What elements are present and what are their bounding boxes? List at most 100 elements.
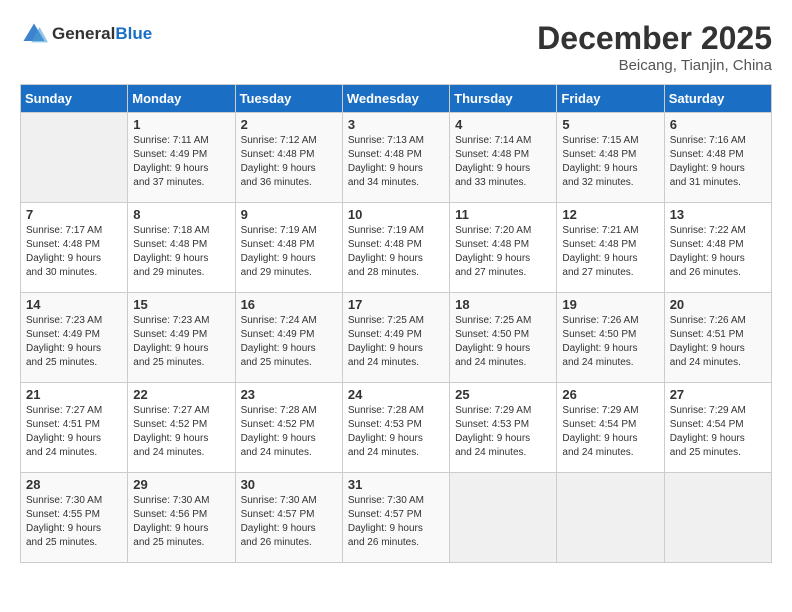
calendar-cell: 28 Sunrise: 7:30 AM Sunset: 4:55 PM Dayli… — [21, 473, 128, 563]
day-number: 18 — [455, 297, 551, 312]
calendar-cell: 2Sunrise: 7:12 AM Sunset: 4:48 PM Daylig… — [235, 113, 342, 203]
day-number: 13 — [670, 207, 766, 222]
calendar-cell: 19Sunrise: 7:26 AM Sunset: 4:50 PM Dayli… — [557, 293, 664, 383]
day-number: 4 — [455, 117, 551, 132]
cell-info: Sunrise: 7:20 AM Sunset: 4:48 PM Dayligh… — [455, 224, 551, 280]
calendar-table: SundayMondayTuesdayWednesdayThursdayFrid… — [20, 84, 772, 563]
calendar-week-5: 28 Sunrise: 7:30 AM Sunset: 4:55 PM Dayli… — [21, 473, 772, 563]
weekday-header-wednesday: Wednesday — [342, 85, 449, 113]
calendar-cell: 7 Sunrise: 7:17 AM Sunset: 4:48 PM Daylig… — [21, 203, 128, 293]
calendar-cell: 22 Sunrise: 7:27 AM Sunset: 4:52 PM Dayli… — [128, 383, 235, 473]
day-number: 7 — [26, 207, 122, 222]
calendar-cell: 20 Sunrise: 7:26 AM Sunset: 4:51 PM Dayli… — [664, 293, 771, 383]
calendar-cell: 11 Sunrise: 7:20 AM Sunset: 4:48 PM Dayli… — [450, 203, 557, 293]
calendar-week-2: 7 Sunrise: 7:17 AM Sunset: 4:48 PM Daylig… — [21, 203, 772, 293]
calendar-cell: 30 Sunrise: 7:30 AM Sunset: 4:57 PM Dayli… — [235, 473, 342, 563]
weekday-header-friday: Friday — [557, 85, 664, 113]
calendar-cell: 27 Sunrise: 7:29 AM Sunset: 4:54 PM Dayli… — [664, 383, 771, 473]
cell-info: Sunrise: 7:15 AM Sunset: 4:48 PM Dayligh… — [562, 134, 658, 190]
day-number: 25 — [455, 387, 551, 402]
calendar-cell — [557, 473, 664, 563]
calendar-cell: 6 Sunrise: 7:16 AM Sunset: 4:48 PM Daylig… — [664, 113, 771, 203]
cell-info: Sunrise: 7:26 AM Sunset: 4:50 PM Dayligh… — [562, 314, 658, 370]
calendar-cell: 17Sunrise: 7:25 AM Sunset: 4:49 PM Dayli… — [342, 293, 449, 383]
day-number: 12 — [562, 207, 658, 222]
weekday-header-tuesday: Tuesday — [235, 85, 342, 113]
day-number: 23 — [241, 387, 337, 402]
day-number: 10 — [348, 207, 444, 222]
calendar-cell — [450, 473, 557, 563]
weekday-header-monday: Monday — [128, 85, 235, 113]
cell-info: Sunrise: 7:30 AM Sunset: 4:55 PM Dayligh… — [26, 494, 122, 550]
day-number: 8 — [133, 207, 229, 222]
cell-info: Sunrise: 7:30 AM Sunset: 4:57 PM Dayligh… — [241, 494, 337, 550]
calendar-week-3: 14 Sunrise: 7:23 AM Sunset: 4:49 PM Dayli… — [21, 293, 772, 383]
logo: GeneralBlue — [20, 20, 152, 48]
cell-info: Sunrise: 7:24 AM Sunset: 4:49 PM Dayligh… — [241, 314, 337, 370]
cell-info: Sunrise: 7:30 AM Sunset: 4:56 PM Dayligh… — [133, 494, 229, 550]
title-block: December 2025 Beicang, Tianjin, China — [537, 20, 772, 74]
logo-general: GeneralBlue — [52, 24, 152, 44]
day-number: 2 — [241, 117, 337, 132]
calendar-cell: 18 Sunrise: 7:25 AM Sunset: 4:50 PM Dayli… — [450, 293, 557, 383]
page-header: GeneralBlue December 2025 Beicang, Tianj… — [20, 20, 772, 74]
day-number: 28 — [26, 477, 122, 492]
day-number: 30 — [241, 477, 337, 492]
day-number: 27 — [670, 387, 766, 402]
day-number: 20 — [670, 297, 766, 312]
cell-info: Sunrise: 7:28 AM Sunset: 4:52 PM Dayligh… — [241, 404, 337, 460]
cell-info: Sunrise: 7:23 AM Sunset: 4:49 PM Dayligh… — [133, 314, 229, 370]
calendar-cell: 26Sunrise: 7:29 AM Sunset: 4:54 PM Dayli… — [557, 383, 664, 473]
cell-info: Sunrise: 7:27 AM Sunset: 4:51 PM Dayligh… — [26, 404, 122, 460]
weekday-header-saturday: Saturday — [664, 85, 771, 113]
cell-info: Sunrise: 7:17 AM Sunset: 4:48 PM Dayligh… — [26, 224, 122, 280]
calendar-cell — [21, 113, 128, 203]
day-number: 31 — [348, 477, 444, 492]
day-number: 6 — [670, 117, 766, 132]
calendar-cell: 8Sunrise: 7:18 AM Sunset: 4:48 PM Daylig… — [128, 203, 235, 293]
day-number: 1 — [133, 117, 229, 132]
calendar-cell: 13 Sunrise: 7:22 AM Sunset: 4:48 PM Dayli… — [664, 203, 771, 293]
cell-info: Sunrise: 7:27 AM Sunset: 4:52 PM Dayligh… — [133, 404, 229, 460]
cell-info: Sunrise: 7:16 AM Sunset: 4:48 PM Dayligh… — [670, 134, 766, 190]
cell-info: Sunrise: 7:22 AM Sunset: 4:48 PM Dayligh… — [670, 224, 766, 280]
weekday-header-sunday: Sunday — [21, 85, 128, 113]
day-number: 24 — [348, 387, 444, 402]
month-title: December 2025 — [537, 20, 772, 57]
calendar-cell: 9Sunrise: 7:19 AM Sunset: 4:48 PM Daylig… — [235, 203, 342, 293]
calendar-cell: 25 Sunrise: 7:29 AM Sunset: 4:53 PM Dayli… — [450, 383, 557, 473]
location: Beicang, Tianjin, China — [537, 57, 772, 74]
cell-info: Sunrise: 7:25 AM Sunset: 4:50 PM Dayligh… — [455, 314, 551, 370]
calendar-cell — [664, 473, 771, 563]
day-number: 26 — [562, 387, 658, 402]
cell-info: Sunrise: 7:21 AM Sunset: 4:48 PM Dayligh… — [562, 224, 658, 280]
cell-info: Sunrise: 7:30 AM Sunset: 4:57 PM Dayligh… — [348, 494, 444, 550]
calendar-header: SundayMondayTuesdayWednesdayThursdayFrid… — [21, 85, 772, 113]
calendar-cell: 21 Sunrise: 7:27 AM Sunset: 4:51 PM Dayli… — [21, 383, 128, 473]
day-number: 22 — [133, 387, 229, 402]
cell-info: Sunrise: 7:14 AM Sunset: 4:48 PM Dayligh… — [455, 134, 551, 190]
calendar-cell: 4 Sunrise: 7:14 AM Sunset: 4:48 PM Daylig… — [450, 113, 557, 203]
cell-info: Sunrise: 7:19 AM Sunset: 4:48 PM Dayligh… — [348, 224, 444, 280]
cell-info: Sunrise: 7:29 AM Sunset: 4:53 PM Dayligh… — [455, 404, 551, 460]
cell-info: Sunrise: 7:19 AM Sunset: 4:48 PM Dayligh… — [241, 224, 337, 280]
logo-icon — [20, 20, 48, 48]
calendar-body: 1 Sunrise: 7:11 AM Sunset: 4:49 PM Daylig… — [21, 113, 772, 563]
cell-info: Sunrise: 7:11 AM Sunset: 4:49 PM Dayligh… — [133, 134, 229, 190]
calendar-cell: 1 Sunrise: 7:11 AM Sunset: 4:49 PM Daylig… — [128, 113, 235, 203]
cell-info: Sunrise: 7:29 AM Sunset: 4:54 PM Dayligh… — [670, 404, 766, 460]
day-number: 15 — [133, 297, 229, 312]
calendar-week-4: 21 Sunrise: 7:27 AM Sunset: 4:51 PM Dayli… — [21, 383, 772, 473]
day-number: 3 — [348, 117, 444, 132]
cell-info: Sunrise: 7:26 AM Sunset: 4:51 PM Dayligh… — [670, 314, 766, 370]
calendar-cell: 10 Sunrise: 7:19 AM Sunset: 4:48 PM Dayli… — [342, 203, 449, 293]
day-number: 14 — [26, 297, 122, 312]
calendar-cell: 5Sunrise: 7:15 AM Sunset: 4:48 PM Daylig… — [557, 113, 664, 203]
calendar-cell: 24Sunrise: 7:28 AM Sunset: 4:53 PM Dayli… — [342, 383, 449, 473]
day-number: 11 — [455, 207, 551, 222]
day-number: 21 — [26, 387, 122, 402]
day-number: 29 — [133, 477, 229, 492]
calendar-cell: 15 Sunrise: 7:23 AM Sunset: 4:49 PM Dayli… — [128, 293, 235, 383]
calendar-cell: 16Sunrise: 7:24 AM Sunset: 4:49 PM Dayli… — [235, 293, 342, 383]
cell-info: Sunrise: 7:25 AM Sunset: 4:49 PM Dayligh… — [348, 314, 444, 370]
